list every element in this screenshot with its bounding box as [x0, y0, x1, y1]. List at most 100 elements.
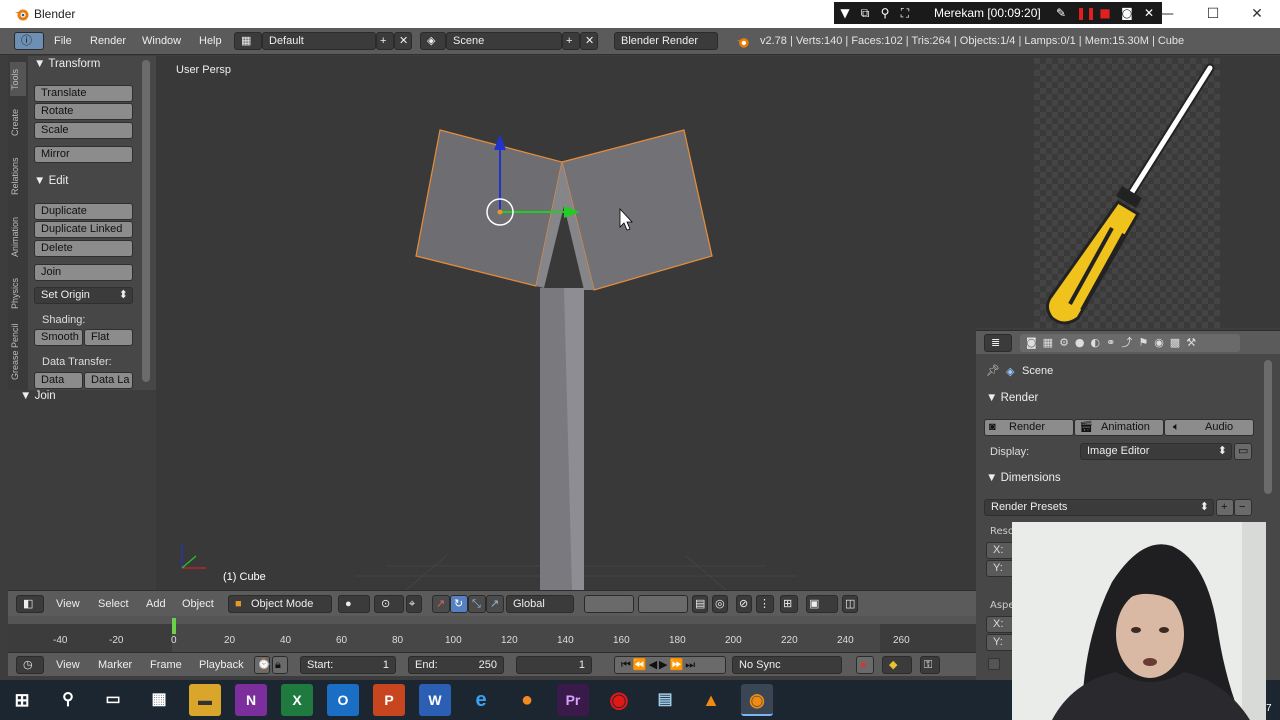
tab-animation[interactable]: Animation [10, 208, 26, 266]
menu-render[interactable]: Render [90, 35, 126, 47]
menu-add[interactable]: Add [146, 598, 166, 610]
render-engine-selector[interactable]: Blender Render [614, 32, 718, 50]
opengl-render-icon[interactable]: ◫ [842, 595, 858, 613]
render-presets-dropdown[interactable]: Render Presets ⬍ [984, 499, 1214, 516]
dropdown-icon[interactable]: ▼ [838, 5, 852, 21]
layer-buttons-b[interactable] [638, 595, 688, 613]
edit-panel-header[interactable]: ▼ Edit [34, 175, 68, 193]
snap-target-icon[interactable]: ⊞ [780, 595, 798, 613]
add-preset-icon[interactable]: + [1216, 499, 1234, 516]
keying-set-icon[interactable]: ◆ [882, 656, 912, 674]
menu-object[interactable]: Object [182, 598, 214, 610]
manipulator-toggle-icon[interactable]: ⌖ [406, 595, 422, 613]
close-button[interactable]: ✕ [1234, 0, 1280, 28]
tab-physics[interactable]: Physics [10, 270, 26, 316]
excel-icon[interactable]: X [281, 684, 313, 716]
mode-selector[interactable]: ■ Object Mode [228, 595, 332, 613]
restore-icon[interactable]: ⧉ [858, 5, 872, 21]
edge-browser-icon[interactable]: e [465, 684, 497, 716]
timeline[interactable]: -40 -20 0 20 40 60 80 100 120 140 160 18… [8, 616, 976, 652]
menu-frame[interactable]: Frame [150, 659, 182, 671]
timeline-menu-view[interactable]: View [56, 659, 80, 671]
properties-scrollbar[interactable] [1264, 360, 1272, 494]
preview-range-icon[interactable]: ⌚ [254, 656, 271, 674]
pin-icon[interactable]: 📌︎ [986, 364, 1000, 377]
menu-view[interactable]: View [56, 598, 80, 610]
add-layout-icon[interactable]: + [376, 32, 394, 50]
remove-preset-icon[interactable]: − [1234, 499, 1252, 516]
scene-selector[interactable]: Scene [446, 32, 562, 50]
menu-marker[interactable]: Marker [98, 659, 132, 671]
proportional-edit-icon[interactable]: ◎ [712, 595, 728, 613]
current-frame-field[interactable]: 1 [516, 656, 592, 674]
start-frame-field[interactable]: Start: 1 [300, 656, 396, 674]
display-dropdown[interactable]: Image Editor ⬍ [1080, 443, 1232, 460]
transform-orientation-selector[interactable]: Global [506, 595, 574, 613]
layer-buttons-a[interactable] [584, 595, 634, 613]
playback-controls[interactable]: ⏮⏪◀▶⏩⏭ [614, 656, 726, 674]
checkbox[interactable] [988, 658, 1000, 670]
editor-type-3d-icon[interactable]: ◧ [16, 595, 44, 613]
stop-icon[interactable]: ■ [1098, 5, 1112, 21]
duplicate-linked-button[interactable]: Duplicate Linked [34, 221, 133, 238]
data-layout-button[interactable]: Data La [84, 372, 133, 389]
search-icon[interactable]: ⚲ [52, 684, 84, 716]
flat-button[interactable]: Flat [84, 329, 133, 346]
rotate-manipulator-icon[interactable]: ↻ [450, 595, 468, 613]
audio-button[interactable]: 🔈︎ Audio [1164, 419, 1254, 436]
outlook-icon[interactable]: O [327, 684, 359, 716]
smooth-button[interactable]: Smooth [34, 329, 83, 346]
add-scene-icon[interactable]: + [562, 32, 580, 50]
scene-icon[interactable]: ◈ [420, 32, 446, 50]
rotate-button[interactable]: Rotate [34, 103, 133, 120]
onenote-icon[interactable]: N [235, 684, 267, 716]
zoom-icon[interactable]: ⚲ [878, 5, 892, 21]
powerpoint-icon[interactable]: P [373, 684, 405, 716]
transform-panel-header[interactable]: ▼ Transform [34, 58, 100, 76]
pivot-point-icon[interactable]: ⊙ [374, 595, 404, 613]
render-panel-header[interactable]: ▼ Render [986, 392, 1038, 410]
data-button[interactable]: Data [34, 372, 83, 389]
maximize-button[interactable]: ☐ [1190, 0, 1236, 28]
viewport-shading-icon[interactable]: ● [338, 595, 370, 613]
scale-button[interactable]: Scale [34, 122, 133, 139]
extra-manipulator-icon[interactable]: ↗ [486, 595, 504, 613]
tab-relations[interactable]: Relations [10, 148, 26, 204]
notepad-icon[interactable]: ▤ [649, 684, 681, 716]
join-panel-header[interactable]: ▼ Join [20, 390, 56, 408]
recorder-app-icon[interactable]: ◉ [603, 684, 635, 716]
toolshelf-scrollbar[interactable] [142, 60, 150, 382]
pen-icon[interactable]: ✎ [1054, 5, 1068, 21]
task-view-icon[interactable]: ▭ [97, 684, 129, 716]
tab-grease-pencil[interactable]: Grease Pencil [10, 320, 26, 384]
menu-select[interactable]: Select [98, 598, 129, 610]
set-origin-dropdown[interactable]: Set Origin ⬍ [34, 287, 133, 304]
lock-icon[interactable]: 🔒︎ [272, 656, 288, 674]
sync-mode-selector[interactable]: No Sync [732, 656, 842, 674]
scale-manipulator-icon[interactable]: ⤡ [468, 595, 486, 613]
layer-lock-icon[interactable]: ▤ [692, 595, 708, 613]
snap-toggle-icon[interactable]: ⊘ [736, 595, 752, 613]
layout-grid-icon[interactable]: ▦ [234, 32, 262, 50]
vlc-icon[interactable]: ▲ [695, 684, 727, 716]
menu-playback[interactable]: Playback [199, 659, 244, 671]
tab-create[interactable]: Create [10, 100, 26, 144]
menu-file[interactable]: File [54, 35, 72, 47]
remove-layout-icon[interactable]: ✕ [394, 32, 412, 50]
editor-type-timeline-icon[interactable]: ◷ [16, 656, 44, 674]
delete-button[interactable]: Delete [34, 240, 133, 257]
camera-icon[interactable]: ◙ [1120, 5, 1134, 21]
mirror-button[interactable]: Mirror [34, 146, 133, 163]
keyframe-tools-icon[interactable]: ⚿ [920, 656, 940, 674]
record-keyframe-icon[interactable]: ● [856, 656, 874, 674]
word-icon[interactable]: W [419, 684, 451, 716]
display-options-icon[interactable]: ▭ [1234, 443, 1252, 460]
menu-window[interactable]: Window [142, 35, 181, 47]
3d-viewport[interactable]: User Persp (1) Cube [156, 56, 976, 590]
join-button[interactable]: Join [34, 264, 133, 281]
end-frame-field[interactable]: End: 250 [408, 656, 504, 674]
blender-taskbar-icon[interactable]: ◉ [741, 684, 773, 716]
firefox-icon[interactable]: ● [511, 684, 543, 716]
minimize-button[interactable]: — [1144, 0, 1190, 28]
store-icon[interactable]: ▦ [143, 684, 175, 716]
